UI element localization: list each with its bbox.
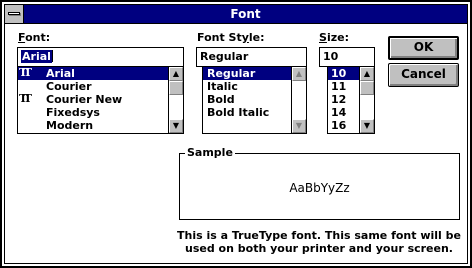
font-style-list-item[interactable]: Regular <box>203 67 291 80</box>
truetype-icon: TT <box>19 66 32 79</box>
sample-label: Sample <box>185 146 235 159</box>
scroll-thumb[interactable] <box>169 81 183 95</box>
font-list[interactable]: TT Arial Courier TT Courier New Fixedsys Moder… <box>17 66 184 134</box>
font-style-list-item-label: Bold <box>207 93 235 106</box>
font-name-value: Arial <box>21 50 52 63</box>
font-style-input[interactable]: Regular <box>196 47 307 67</box>
font-list-scrollbar[interactable]: ▲ ▼ <box>168 67 183 133</box>
system-menu-button[interactable] <box>5 5 24 23</box>
font-list-item[interactable]: Modern <box>18 119 168 132</box>
scroll-up-icon[interactable]: ▲ <box>169 67 183 81</box>
size-label: Size: <box>319 31 349 44</box>
font-list-item[interactable]: Fixedsys <box>18 106 168 119</box>
font-style-list-items: Regular Italic Bold Bold Italic <box>203 67 291 133</box>
scroll-up-icon: ▲ <box>292 67 306 81</box>
font-list-items: TT Arial Courier TT Courier New Fixedsys Moder… <box>18 67 168 133</box>
font-style-list-item[interactable]: Bold <box>203 93 291 106</box>
font-style-value: Regular <box>200 50 249 63</box>
font-size-list-item-label: 10 <box>331 67 347 80</box>
font-list-item-label: Courier <box>46 80 92 93</box>
font-style-list-item[interactable]: Italic <box>203 80 291 93</box>
text-caret <box>51 50 53 62</box>
font-size-list-items: 10 11 12 14 16 <box>328 67 359 133</box>
system-menu-icon <box>8 12 20 15</box>
font-size-list-item-label: 12 <box>331 93 347 106</box>
font-list-item-label: Fixedsys <box>46 106 100 119</box>
font-size-list-item[interactable]: 11 <box>328 80 359 93</box>
font-label: Font: <box>18 31 51 44</box>
font-size-list-item[interactable]: 12 <box>328 93 359 106</box>
font-size-list-item[interactable]: 14 <box>328 106 359 119</box>
font-style-label: Font Style: <box>197 31 265 44</box>
scroll-down-icon[interactable]: ▼ <box>169 119 183 133</box>
ok-button[interactable]: OK <box>388 36 459 60</box>
font-style-list-item-label: Italic <box>207 80 238 93</box>
font-style-list-item-label: Bold Italic <box>207 106 270 119</box>
font-size-list[interactable]: 10 11 12 14 16 ▲ ▼ <box>327 66 375 134</box>
font-name-input[interactable]: Arial <box>17 47 184 67</box>
font-list-item[interactable]: TT Arial <box>18 67 168 80</box>
font-size-list-item[interactable]: 10 <box>328 67 359 80</box>
font-description: This is a TrueType font. This same font … <box>162 229 472 255</box>
window-title: Font <box>230 7 261 21</box>
font-list-item[interactable]: TT Courier New <box>18 92 168 106</box>
font-list-item[interactable]: Courier <box>18 80 168 93</box>
description-line-1: This is a TrueType font. This same font … <box>177 229 461 242</box>
scroll-thumb[interactable] <box>360 81 374 95</box>
font-style-list-item[interactable]: Bold Italic <box>203 106 291 119</box>
scroll-down-icon[interactable]: ▼ <box>360 119 374 133</box>
font-size-list-item[interactable]: 16 <box>328 119 359 132</box>
truetype-icon: TT <box>19 92 32 105</box>
font-size-value: 10 <box>323 50 339 63</box>
description-line-2: used on both your printer and your scree… <box>185 242 453 255</box>
sample-groupbox: AaBbYyZz <box>179 153 460 220</box>
font-list-item-label: Modern <box>46 119 94 132</box>
font-style-list-item-label: Regular <box>207 67 256 80</box>
font-dialog: Font Font: Arial TT Arial Courier TT Courier… <box>0 0 472 268</box>
sample-preview-text: AaBbYyZz <box>289 181 350 195</box>
font-size-list-item-label: 14 <box>331 106 347 119</box>
scroll-up-icon[interactable]: ▲ <box>360 67 374 81</box>
font-style-list[interactable]: Regular Italic Bold Bold Italic ▲ ▼ <box>202 66 307 134</box>
font-style-list-scrollbar[interactable]: ▲ ▼ <box>291 67 306 133</box>
cancel-button[interactable]: Cancel <box>388 63 459 87</box>
font-size-list-scrollbar[interactable]: ▲ ▼ <box>359 67 374 133</box>
font-size-input[interactable]: 10 <box>319 47 375 67</box>
font-list-item-label: Courier New <box>46 93 123 106</box>
scroll-down-icon: ▼ <box>292 119 306 133</box>
font-size-list-item-label: 11 <box>331 80 347 93</box>
font-size-list-item-label: 16 <box>331 119 347 132</box>
font-list-item-label: Arial <box>46 67 75 80</box>
title-bar[interactable]: Font <box>5 5 467 24</box>
